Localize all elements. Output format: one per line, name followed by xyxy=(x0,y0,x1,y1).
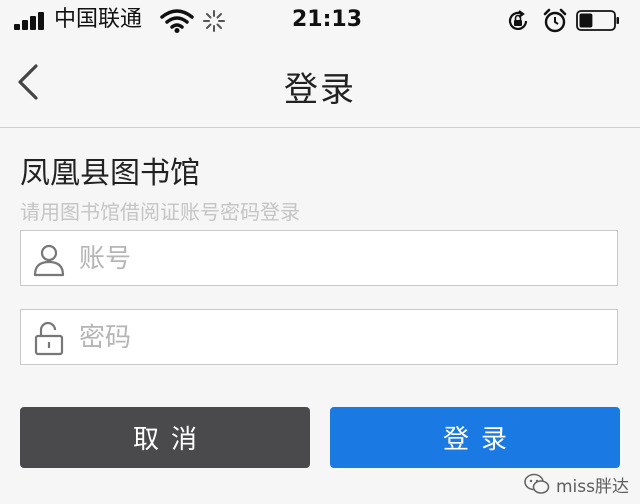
signal-icon xyxy=(14,12,48,30)
navigation-bar: 登录 xyxy=(0,40,640,128)
battery-icon xyxy=(576,10,619,31)
watermark-text: miss胖达 xyxy=(556,476,629,497)
wifi-icon xyxy=(160,9,194,33)
login-hint: 请用图书馆借阅证账号密码登录 xyxy=(20,200,300,224)
login-button[interactable]: 登录 xyxy=(330,407,620,468)
carrier-label: 中国联通 xyxy=(54,7,143,32)
page-title: 登录 xyxy=(284,70,356,110)
status-bar: 中国联通 21:13 xyxy=(0,0,640,40)
watermark: miss胖达 xyxy=(524,470,629,498)
library-name: 凤凰县图书馆 xyxy=(20,156,200,191)
clock-time: 21:13 xyxy=(292,7,363,32)
password-field[interactable] xyxy=(20,309,618,365)
activity-spinner-icon xyxy=(203,10,225,32)
cancel-button[interactable]: 取消 xyxy=(20,407,310,468)
password-input[interactable] xyxy=(77,318,601,358)
wechat-icon xyxy=(524,473,550,494)
unlock-icon xyxy=(34,321,64,356)
user-icon xyxy=(33,244,65,277)
account-input[interactable] xyxy=(77,239,601,279)
account-field[interactable] xyxy=(20,230,618,286)
alarm-icon xyxy=(543,8,567,33)
rotation-lock-icon xyxy=(508,10,528,30)
